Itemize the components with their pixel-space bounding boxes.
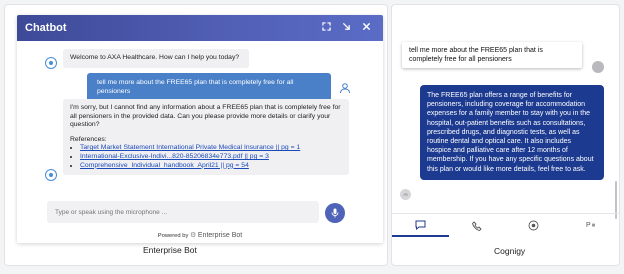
bot-avatar-icon	[45, 57, 57, 69]
user-message: tell me more about the FREE65 plan that …	[87, 73, 331, 103]
record-icon	[528, 220, 539, 231]
tab-phone[interactable]	[449, 214, 506, 237]
minimize-icon[interactable]	[337, 22, 355, 34]
reference-link[interactable]: Comprehensive_Individual_handbook_April2…	[80, 162, 249, 169]
bot-message: The FREE65 plan offers a range of benefi…	[420, 85, 604, 180]
chat-icon	[415, 220, 426, 230]
tab-pause[interactable]: P ⏸	[562, 214, 619, 237]
cognigy-caption: Cognigy	[494, 246, 526, 256]
powered-by-label: Powered by	[157, 233, 189, 239]
enterprise-bot-logo-icon: ⚙	[189, 232, 197, 239]
powered-by: Powered by ⚙ Enterprise Bot	[17, 231, 383, 239]
tab-record[interactable]	[506, 214, 563, 237]
user-avatar-icon	[339, 81, 351, 94]
bot-message-with-references: I'm sorry, but I cannot find any informa…	[63, 99, 349, 176]
chatbot-header: Chatbot	[17, 15, 383, 41]
powered-by-brand: Enterprise Bot	[197, 232, 243, 239]
bot-avatar-icon: AI	[400, 189, 411, 200]
channel-tabs: P ⏸	[392, 213, 619, 237]
chatbot-window: Chatbot Welcome to AXA Healthcare. How c…	[17, 15, 383, 243]
references-label: References:	[70, 135, 107, 143]
chat-body: Welcome to AXA Healthcare. How can I hel…	[17, 41, 383, 205]
bot-avatar-icon	[45, 169, 57, 181]
reference-link[interactable]: Target Market Statement International Pr…	[80, 144, 300, 151]
bot-message-text: I'm sorry, but I cannot find any informa…	[70, 104, 341, 129]
references-list: Target Market Statement International Pr…	[80, 144, 342, 170]
chatbot-title: Chatbot	[25, 22, 67, 34]
user-message: tell me more about the FREE65 plan that …	[402, 42, 582, 68]
tab-chat[interactable]	[392, 214, 449, 237]
close-icon[interactable]	[357, 22, 375, 34]
reference-link[interactable]: International-Exclusive-Indivi...820-852…	[80, 153, 269, 160]
enterprise-bot-panel: Chatbot Welcome to AXA Healthcare. How c…	[4, 4, 388, 266]
user-avatar-icon	[592, 61, 604, 73]
microphone-button[interactable]	[325, 203, 345, 223]
phone-icon	[472, 220, 482, 231]
cognigy-panel: tell me more about the FREE65 plan that …	[391, 4, 620, 266]
expand-icon[interactable]	[317, 22, 335, 34]
message-input[interactable]	[47, 201, 319, 223]
microphone-icon	[331, 208, 339, 218]
pause-label: P	[586, 222, 591, 229]
bot-message: Welcome to AXA Healthcare. How can I hel…	[63, 49, 249, 68]
enterprise-bot-caption: Enterprise Bot	[143, 245, 197, 255]
pause-icon: ⏸	[591, 221, 596, 229]
